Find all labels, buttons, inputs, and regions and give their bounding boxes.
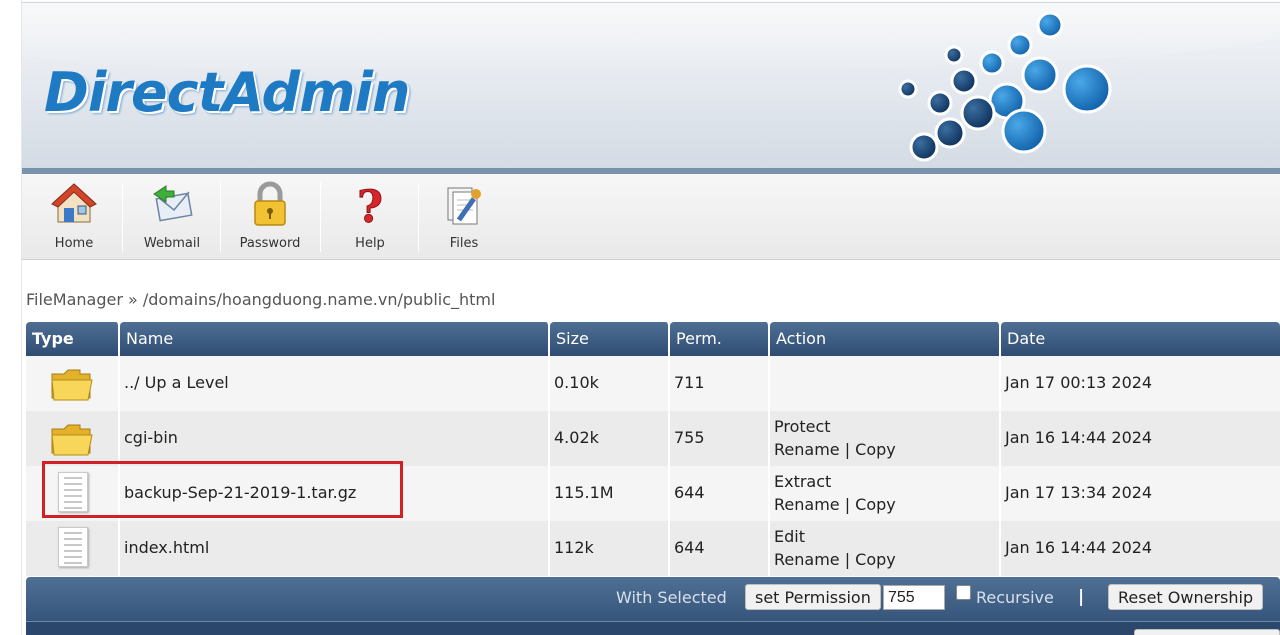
- file-permission[interactable]: 755: [674, 428, 705, 447]
- toolbar-label-webmail: Webmail: [143, 236, 201, 251]
- permission-input[interactable]: [883, 585, 945, 610]
- size-cell: 115.1M: [550, 466, 670, 521]
- toolbar-separator: [418, 182, 419, 252]
- reset-ownership-button[interactable]: Reset Ownership: [1108, 584, 1264, 610]
- type-cell: [26, 521, 120, 576]
- toolbar-label-home: Home: [54, 236, 94, 251]
- column-header-type[interactable]: Type: [26, 322, 120, 356]
- page: DirectAdmin Home Webmail Password ? Help…: [22, 0, 1280, 635]
- left-page-edge: [0, 0, 22, 635]
- header-banner: DirectAdmin: [22, 2, 1280, 174]
- name-cell[interactable]: ../ Up a Level: [120, 356, 550, 411]
- home-icon: [51, 183, 97, 223]
- edit-link[interactable]: Edit: [774, 527, 805, 546]
- toolbar-separator: [122, 182, 123, 252]
- rename-copy-links[interactable]: Rename | Copy: [774, 550, 896, 569]
- table-row: ../ Up a Level 0.10k 711 Jan 17 00:13 20…: [26, 356, 1280, 411]
- type-cell: [26, 356, 120, 411]
- toolbar-label-help: Help: [355, 236, 385, 251]
- toolbar-webmail[interactable]: Webmail: [130, 174, 214, 260]
- column-header-perm[interactable]: Perm.: [670, 322, 770, 356]
- file-date: Jan 17 13:34 2024: [1005, 483, 1153, 502]
- selection-action-bar: With Selected set Permission Recursive |…: [26, 577, 1280, 635]
- toolbar-home[interactable]: Home: [34, 174, 114, 260]
- webmail-icon: [153, 185, 193, 222]
- toolbar-label-password: Password: [239, 236, 301, 251]
- file-size: 115.1M: [554, 483, 614, 502]
- file-name-link[interactable]: ../ Up a Level: [124, 373, 229, 392]
- size-cell: 4.02k: [550, 411, 670, 466]
- file-name-link[interactable]: index.html: [124, 538, 209, 557]
- perm-cell: 755: [670, 411, 770, 466]
- set-permission-button[interactable]: set Permission: [745, 584, 881, 610]
- folder-icon[interactable]: [50, 423, 94, 457]
- svg-text:?: ?: [357, 182, 383, 228]
- recursive-checkbox[interactable]: [956, 585, 971, 600]
- file-date: Jan 16 14:44 2024: [1005, 428, 1153, 447]
- file-permission[interactable]: 644: [674, 538, 705, 557]
- file-size: 0.10k: [554, 373, 599, 392]
- type-cell: [26, 411, 120, 466]
- lock-icon: [254, 181, 286, 226]
- partial-button[interactable]: [1134, 629, 1280, 635]
- protect-link[interactable]: Protect: [774, 417, 831, 436]
- file-date: Jan 16 14:44 2024: [1005, 538, 1153, 557]
- directadmin-logo[interactable]: DirectAdmin: [44, 61, 410, 124]
- column-header-name[interactable]: Name: [120, 322, 550, 356]
- separator: |: [1078, 587, 1085, 607]
- recursive-label: Recursive: [976, 588, 1054, 607]
- toolbar-files[interactable]: Files: [426, 174, 502, 260]
- breadcrumb: FileManager » /domains/hoangduong.name.v…: [26, 290, 496, 309]
- with-selected-label: With Selected: [616, 588, 727, 607]
- extract-link[interactable]: Extract: [774, 472, 831, 491]
- logo-dots-graphic: [898, 11, 1112, 162]
- table-row: index.html 112k 644 Edit Rename | Copy J…: [26, 521, 1280, 576]
- file-icon[interactable]: [58, 527, 88, 567]
- name-cell[interactable]: cgi-bin: [120, 411, 550, 466]
- toolbar-separator: [220, 182, 221, 252]
- highlight-box: [42, 461, 403, 518]
- help-icon: ?: [357, 182, 384, 229]
- name-cell[interactable]: index.html: [120, 521, 550, 576]
- file-permission[interactable]: 711: [674, 373, 705, 392]
- size-cell: 0.10k: [550, 356, 670, 411]
- toolbar-password[interactable]: Password: [228, 174, 312, 260]
- perm-cell: 711: [670, 356, 770, 411]
- action-cell: Extract Rename | Copy: [770, 466, 1001, 521]
- table-row: cgi-bin 4.02k 755 Protect Rename | Copy …: [26, 411, 1280, 466]
- date-cell: Jan 16 14:44 2024: [1001, 411, 1280, 466]
- file-name-link[interactable]: cgi-bin: [124, 428, 178, 447]
- column-header-size[interactable]: Size: [550, 322, 670, 356]
- folder-icon[interactable]: [50, 368, 94, 402]
- files-icon: [447, 187, 481, 225]
- file-size: 112k: [554, 538, 594, 557]
- file-size: 4.02k: [554, 428, 599, 447]
- toolbar-label-files: Files: [449, 236, 479, 251]
- rename-copy-links[interactable]: Rename | Copy: [774, 440, 896, 459]
- toolbar: Home Webmail Password ? Help Files: [22, 174, 1280, 260]
- perm-cell: 644: [670, 466, 770, 521]
- column-header-action: Action: [770, 322, 1001, 356]
- date-cell: Jan 17 00:13 2024: [1001, 356, 1280, 411]
- action-cell: Protect Rename | Copy: [770, 411, 1001, 466]
- file-permission[interactable]: 644: [674, 483, 705, 502]
- toolbar-help[interactable]: ? Help: [328, 174, 412, 260]
- secondary-action-bar: [26, 621, 1280, 635]
- perm-cell: 644: [670, 521, 770, 576]
- action-cell: [770, 356, 1001, 411]
- date-cell: Jan 17 13:34 2024: [1001, 466, 1280, 521]
- file-date: Jan 17 00:13 2024: [1005, 373, 1153, 392]
- action-cell: Edit Rename | Copy: [770, 521, 1001, 576]
- rename-copy-links[interactable]: Rename | Copy: [774, 495, 896, 514]
- size-cell: 112k: [550, 521, 670, 576]
- toolbar-separator: [320, 182, 321, 252]
- date-cell: Jan 16 14:44 2024: [1001, 521, 1280, 576]
- column-header-date[interactable]: Date: [1001, 322, 1280, 356]
